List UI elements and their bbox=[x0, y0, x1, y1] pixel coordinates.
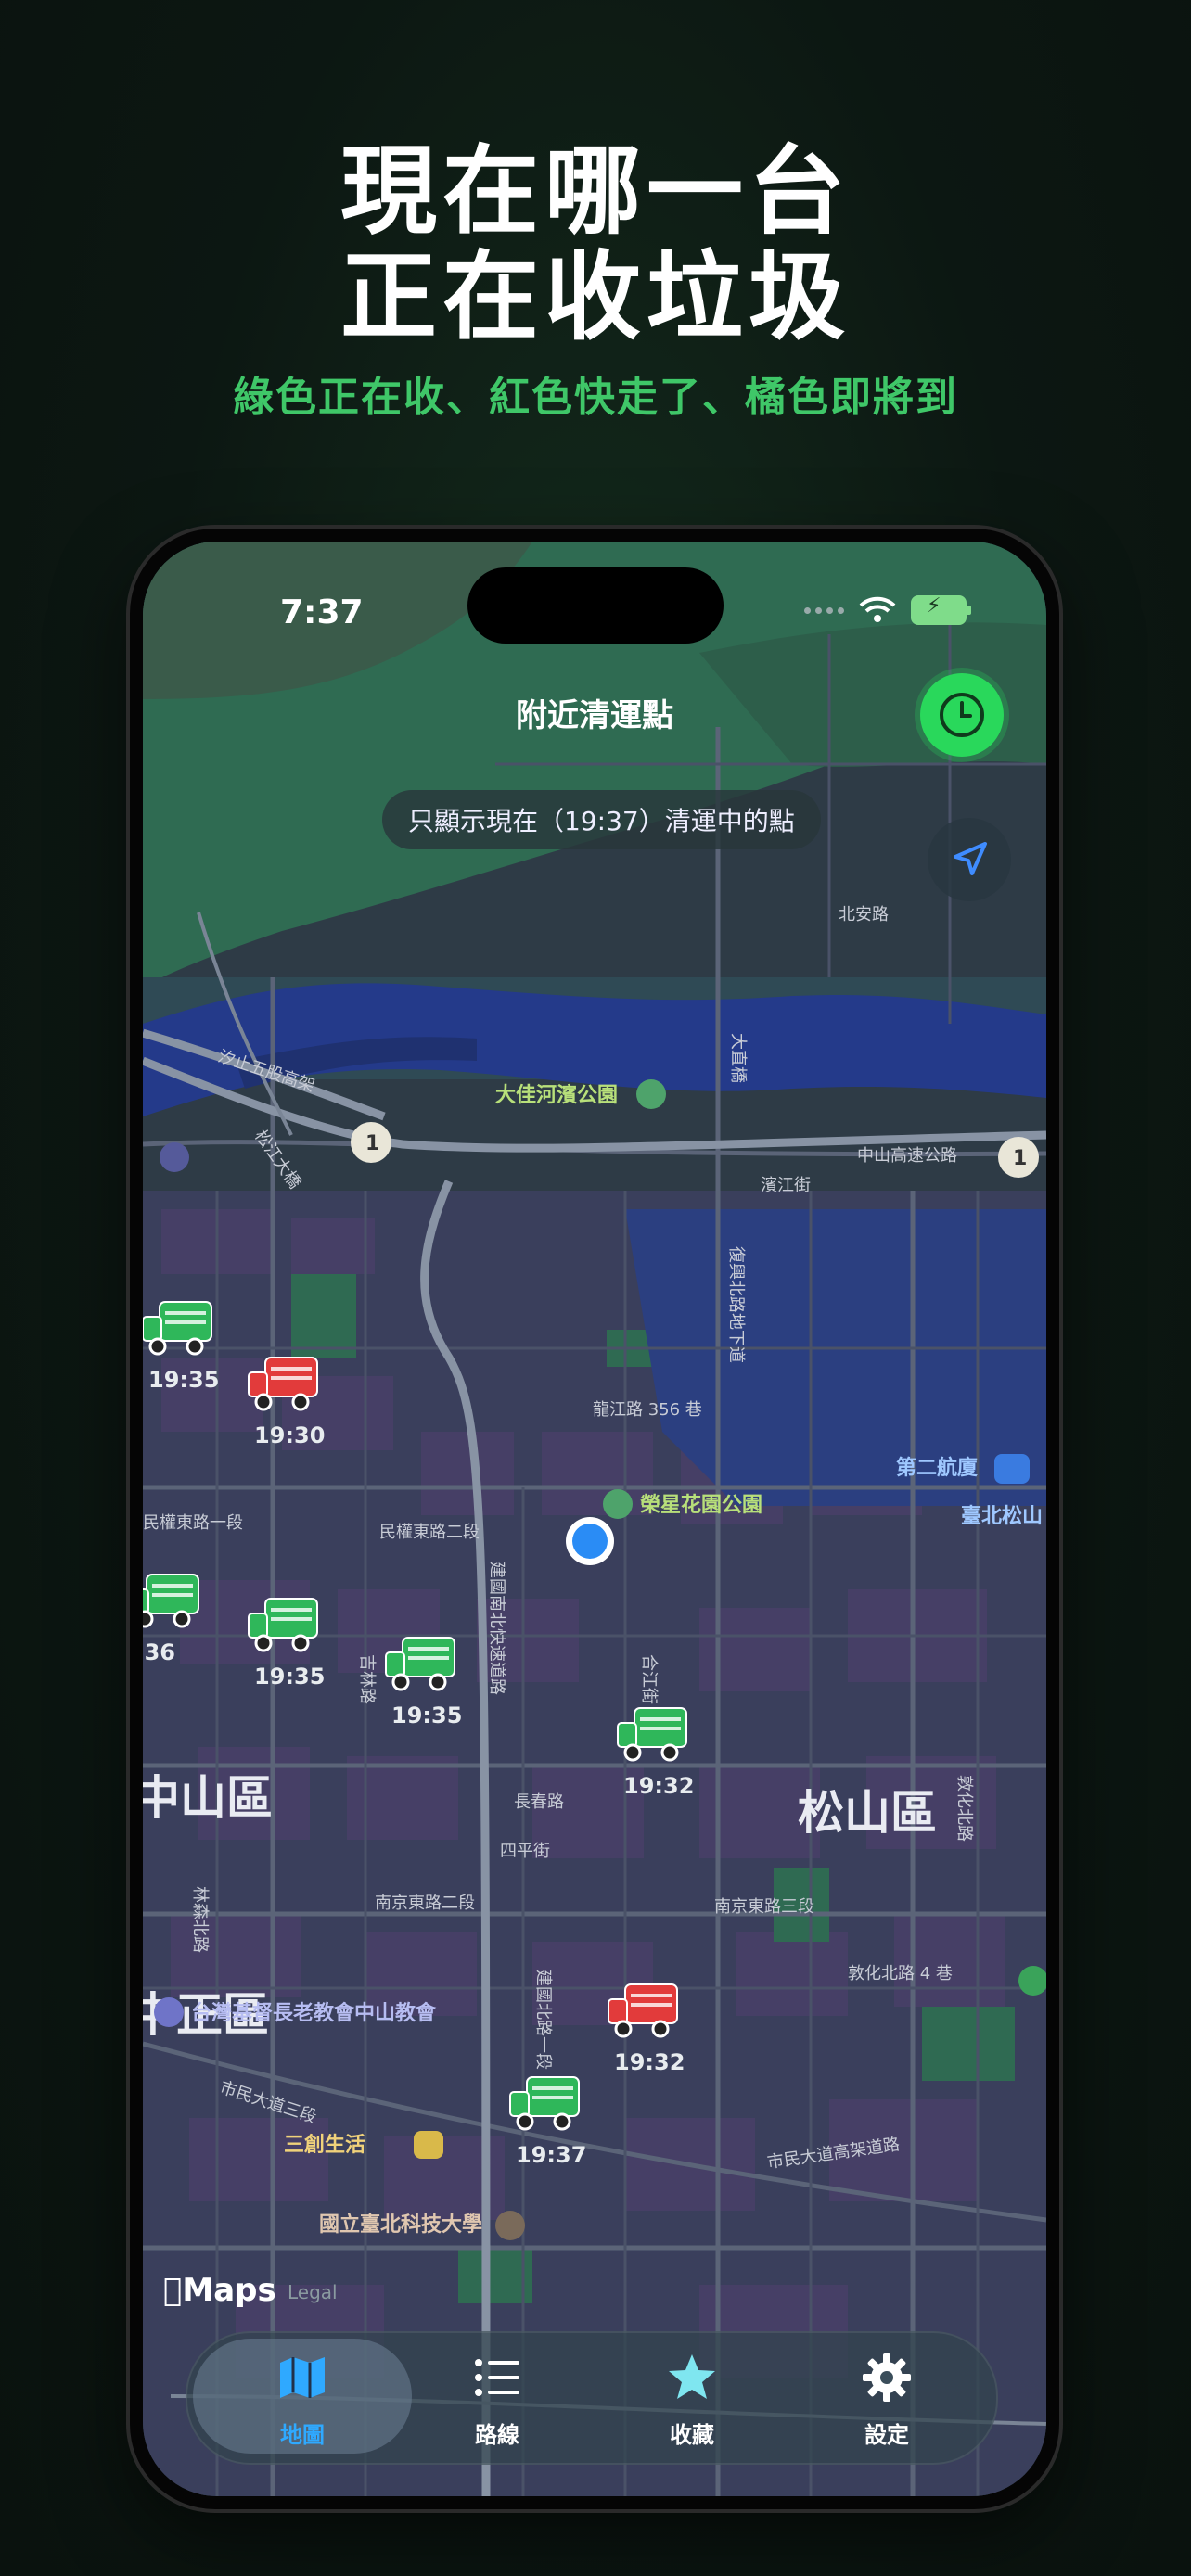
time-filter-button[interactable] bbox=[920, 673, 1004, 757]
road-label: 南京東路二段 bbox=[375, 1894, 475, 1913]
school-icon bbox=[495, 2211, 525, 2240]
tab-map[interactable]: 地圖 bbox=[210, 2339, 395, 2454]
tab-label: 地圖 bbox=[280, 2422, 325, 2448]
poi-label: 三創生活 bbox=[284, 2134, 365, 2157]
dynamic-island bbox=[467, 567, 724, 644]
road-label: 中山高速公路 bbox=[857, 1146, 957, 1166]
road-label: 建國北路一段 bbox=[533, 1970, 553, 2070]
truck-time-label: 19:32 bbox=[623, 1773, 694, 1799]
status-time: 7:37 bbox=[280, 593, 364, 631]
promo-headline-line1: 現在哪一台 bbox=[339, 134, 851, 248]
poi-label: 台灣基督長老教會中山教會 bbox=[191, 2001, 437, 2025]
apple-maps-logo: Maps bbox=[163, 2272, 276, 2309]
poi-label: 大佳河濱公園 bbox=[495, 1084, 618, 1107]
road-label: 民權東路二段 bbox=[379, 1523, 480, 1542]
road-label: 濱江街 bbox=[761, 1176, 811, 1195]
road-label: 吉林路 bbox=[357, 1654, 377, 1704]
road-label: 北安路 bbox=[839, 905, 889, 925]
road-label: 南京東路三段 bbox=[714, 1897, 814, 1917]
map-icon bbox=[280, 2357, 325, 2398]
list-icon bbox=[475, 2359, 519, 2396]
promo-headline-line2: 正在收垃圾 bbox=[339, 240, 851, 353]
battery-charging-icon: ⚡ bbox=[911, 594, 971, 625]
tab-label: 設定 bbox=[864, 2422, 909, 2448]
tab-routes[interactable]: 路線 bbox=[404, 2339, 590, 2454]
wifi-icon bbox=[859, 596, 896, 622]
road-label: 敦化北路 bbox=[954, 1775, 974, 1842]
park-icon bbox=[603, 1489, 633, 1519]
district-label: 中山區 bbox=[143, 1771, 273, 1825]
road-label: 林森北路 bbox=[190, 1886, 210, 1953]
svg-text:1: 1 bbox=[365, 1132, 379, 1155]
status-icons: ⚡ bbox=[804, 594, 971, 625]
road-label: 合江街 bbox=[639, 1654, 659, 1704]
promo-subtitle: 綠色正在收、紅色快走了、橘色即將到 bbox=[233, 374, 958, 421]
svg-text:1: 1 bbox=[1013, 1147, 1027, 1170]
truck-time-label: 19:35 bbox=[391, 1702, 462, 1728]
signal-icon bbox=[804, 606, 844, 614]
poi-label: 臺北松山 bbox=[961, 1505, 1043, 1528]
airport-icon bbox=[994, 1454, 1030, 1484]
app-screen: 汐止五股高架 中山高速公路 松江大橋 濱江街 北安路 龍江路 356 巷 民權東… bbox=[143, 542, 1046, 2496]
truck-time-label: 19:37 bbox=[516, 2142, 586, 2168]
park-icon bbox=[636, 1079, 666, 1109]
truck-time-label: 19:32 bbox=[614, 2049, 685, 2075]
poi-label: 國立臺北科技大學 bbox=[319, 2213, 482, 2237]
truck-time-label: 19:35 bbox=[254, 1664, 325, 1690]
clock-icon bbox=[940, 693, 984, 737]
road-label: 敦化北路 4 巷 bbox=[848, 1964, 953, 1983]
truck-time-label: 19:35 bbox=[148, 1367, 219, 1393]
time-filter-pill[interactable]: 只顯示現在（19:37）清運中的點 bbox=[382, 790, 821, 849]
road-label: 龍江路 356 巷 bbox=[593, 1400, 702, 1420]
church-icon bbox=[154, 1997, 184, 2027]
page-title: 附近清運點 bbox=[516, 697, 673, 734]
tab-favorites[interactable]: 收藏 bbox=[599, 2339, 785, 2454]
road-label: 民權東路一段 bbox=[143, 1513, 243, 1533]
road-label: 建國南北快速道路 bbox=[487, 1562, 506, 1695]
district-label: 松山區 bbox=[798, 1786, 937, 1840]
location-arrow-icon bbox=[954, 842, 987, 875]
tab-label: 路線 bbox=[475, 2422, 519, 2448]
truck-time-label: :36 bbox=[143, 1639, 175, 1665]
poi-label: 榮星花園公園 bbox=[640, 1493, 762, 1517]
road-label: 四平街 bbox=[500, 1842, 550, 1861]
shop-icon bbox=[414, 2131, 443, 2159]
poi-star-icon bbox=[160, 1142, 189, 1172]
locate-me-button[interactable] bbox=[928, 818, 1011, 901]
road-label: 大直橋 bbox=[728, 1033, 748, 1083]
road-label: 長春路 bbox=[514, 1792, 564, 1812]
tab-settings[interactable]: 設定 bbox=[794, 2339, 980, 2454]
poi-label: 第二航廈 bbox=[896, 1456, 978, 1480]
star-icon bbox=[669, 2354, 715, 2399]
road-label: 復興北路地下道 bbox=[726, 1246, 746, 1363]
legal-link[interactable]: Legal bbox=[288, 2281, 338, 2303]
gear-icon bbox=[863, 2353, 911, 2402]
truck-time-label: 19:30 bbox=[254, 1422, 325, 1448]
phone-frame: 汐止五股高架 中山高速公路 松江大橋 濱江街 北安路 龍江路 356 巷 民權東… bbox=[130, 529, 1059, 2509]
tab-label: 收藏 bbox=[670, 2422, 714, 2448]
